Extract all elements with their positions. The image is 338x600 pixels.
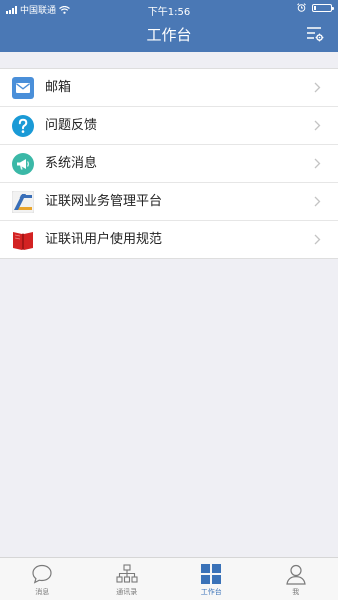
chevron-right-icon	[314, 158, 321, 169]
workbench-menu: 邮箱 问题反馈 系统消息 证联网业务管理平台 证联讯用户使用规范	[0, 68, 338, 259]
mail-icon	[12, 77, 34, 99]
tab-label: 工作台	[200, 588, 222, 596]
tab-contacts[interactable]: 通讯录	[85, 558, 170, 600]
alarm-icon	[297, 3, 306, 12]
book-icon	[13, 232, 33, 250]
grid-icon	[201, 564, 222, 584]
chevron-right-icon	[314, 234, 321, 245]
page-title: 工作台	[146, 26, 192, 44]
tab-workbench[interactable]: 工作台	[169, 558, 254, 600]
org-chart-icon	[116, 564, 138, 583]
clock: 下午1:56	[147, 7, 191, 18]
menu-item-label: 系统消息	[45, 156, 98, 171]
app-header: 中国联通 下午1:56 工作台	[0, 0, 338, 52]
tab-messages[interactable]: 消息	[0, 558, 85, 600]
battery-icon	[312, 3, 334, 12]
tab-label: 我	[292, 588, 300, 596]
tab-label: 消息	[35, 588, 50, 596]
tab-me[interactable]: 我	[254, 558, 338, 600]
tab-bar: 消息 通讯录 工作台 我	[0, 557, 338, 600]
menu-item-mailbox[interactable]: 邮箱	[0, 69, 338, 107]
question-icon	[12, 115, 34, 137]
menu-item-label: 证联网业务管理平台	[45, 194, 163, 209]
menu-item-label: 邮箱	[45, 80, 72, 95]
status-bar: 中国联通 下午1:56	[0, 0, 338, 18]
menu-item-business-platform[interactable]: 证联网业务管理平台	[0, 183, 338, 221]
chevron-right-icon	[314, 196, 321, 207]
menu-item-label: 证联讯用户使用规范	[45, 232, 163, 247]
menu-item-feedback[interactable]: 问题反馈	[0, 107, 338, 145]
list-settings-icon[interactable]	[306, 26, 324, 42]
person-icon	[286, 564, 306, 585]
megaphone-icon	[12, 153, 34, 175]
chevron-right-icon	[314, 82, 321, 93]
menu-item-system-messages[interactable]: 系统消息	[0, 145, 338, 183]
chat-bubble-icon	[32, 564, 52, 584]
chevron-right-icon	[314, 120, 321, 131]
menu-item-user-guidelines[interactable]: 证联讯用户使用规范	[0, 221, 338, 258]
platform-logo-icon	[12, 191, 34, 213]
tab-label: 通讯录	[116, 588, 138, 596]
menu-item-label: 问题反馈	[45, 118, 98, 133]
